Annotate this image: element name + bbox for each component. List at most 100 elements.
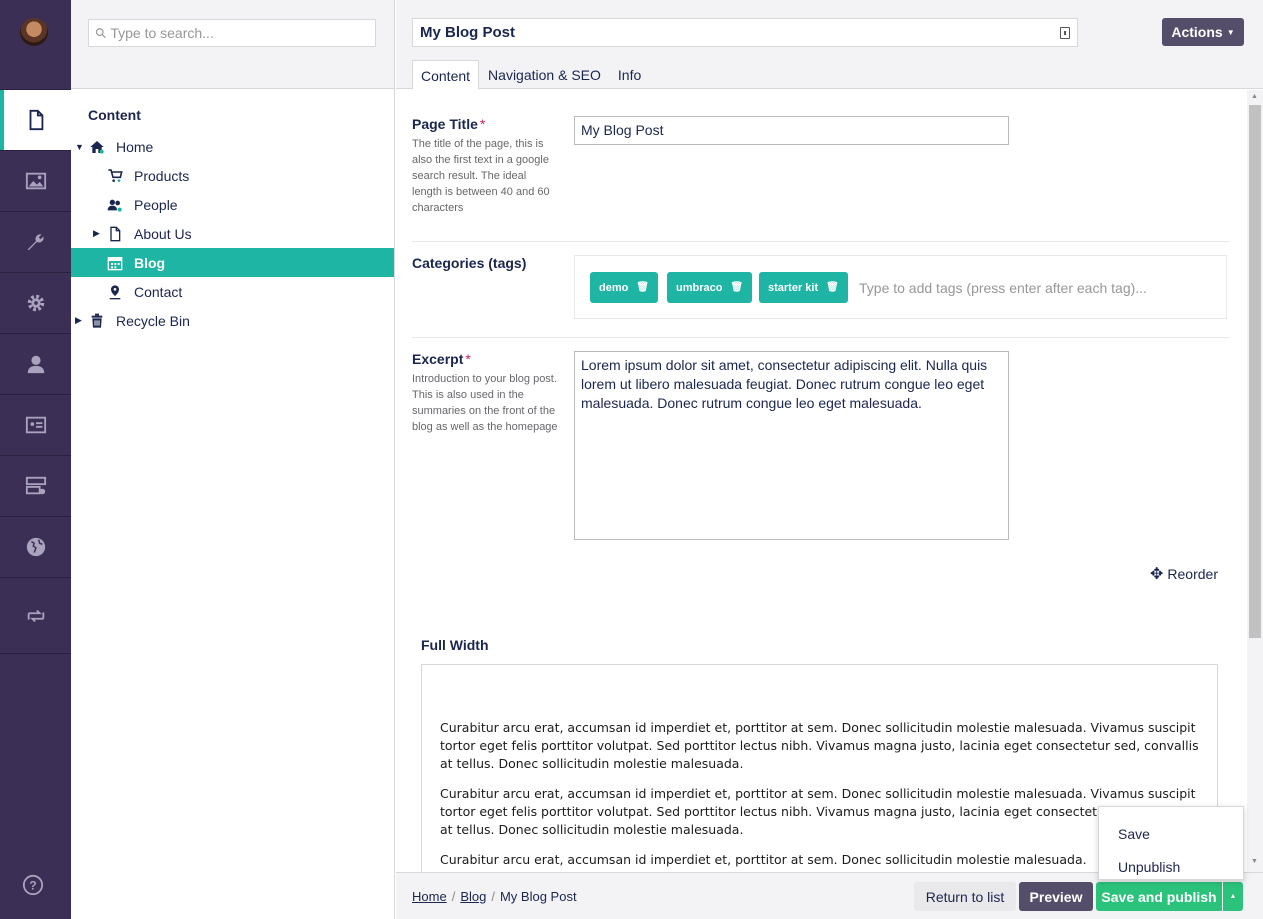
section-deploy[interactable] [0,577,71,654]
divider [412,241,1229,242]
breadcrumb-link-blog[interactable]: Blog [460,889,486,904]
tree-node-home[interactable]: ▼ Home [71,132,394,161]
property-description: The title of the page, this is also the … [412,138,550,214]
help-icon[interactable]: ? [22,874,44,901]
tag-input-placeholder[interactable]: Type to add tags (press enter after each… [859,280,1147,296]
tag-chip[interactable]: starter kit 🗑 [759,272,848,303]
property-description: Introduction to your blog post. This is … [412,373,558,433]
tree-node-label: Home [116,138,154,155]
breadcrumb: Home / Blog / My Blog Post [412,889,577,904]
menu-item-save[interactable]: Save [1099,817,1243,850]
scroll-up-icon[interactable]: ▲ [1251,93,1258,100]
home-icon [88,138,106,156]
excerpt-textarea[interactable]: Lorem ipsum dolor sit amet, consectetur … [574,351,1009,540]
section-packages[interactable] [0,272,71,333]
expand-caret-icon[interactable]: ▶ [93,228,100,239]
move-icon: ✥ [1150,566,1164,583]
node-name-input[interactable]: My Blog Post [412,18,1078,47]
rte-paragraph: Curabitur arcu erat, accumsan id imperdi… [440,786,1199,837]
calendar-icon [106,254,124,272]
search-icon [95,28,106,39]
actions-label: Actions [1171,24,1223,40]
rte-paragraph: Curabitur arcu erat, accumsan id imperdi… [440,720,1199,771]
gear-icon [27,294,44,312]
tab-info[interactable]: Info [610,60,649,90]
tree-node-label: People [134,196,178,213]
property-page-title: Page Title * The title of the page, this … [412,116,558,216]
expand-caret-icon[interactable]: ▼ [75,142,84,152]
preview-button[interactable]: Preview [1019,882,1093,911]
search-field[interactable] [88,19,376,47]
section-users[interactable] [0,333,71,394]
tab-content[interactable]: Content [412,60,480,90]
tree-node-blog[interactable]: Blog [71,248,394,277]
id-card-icon [25,416,46,434]
tree-node-people[interactable]: People [71,190,394,219]
content-tree-panel: Content ▼ Home Products People ▶ About U… [71,0,395,919]
trash-icon[interactable]: 🗑 [636,282,649,293]
form-icon [25,476,46,495]
section-media[interactable] [0,150,71,211]
user-icon [27,355,44,374]
breadcrumb-current: My Blog Post [499,889,577,904]
scrollbar[interactable]: ▲ ▼ [1247,90,1263,872]
tag-label: umbraco [676,281,723,294]
tree-heading: Content [88,107,141,123]
people-icon [106,196,124,214]
editor: My Blog Post Actions ▼ Content Navigatio… [396,0,1263,919]
document-icon [106,225,124,243]
breadcrumb-separator: / [451,889,456,904]
tree-node-contact[interactable]: Contact [71,277,394,306]
trash-icon [88,312,106,330]
tag-chip[interactable]: umbraco 🗑 [667,272,753,303]
scroll-down-icon[interactable]: ▼ [1251,858,1258,865]
menu-item-unpublish[interactable]: Unpublish [1099,850,1243,883]
breadcrumb-link-home[interactable]: Home [412,889,447,904]
search-input[interactable] [110,25,375,41]
tag-chip[interactable]: demo 🗑 [590,272,659,303]
save-and-publish-button[interactable]: Save and publish [1096,882,1222,911]
property-excerpt: Excerpt * Introduction to your blog post.… [412,351,558,435]
editor-tabs: Content Navigation & SEO Info [412,60,650,90]
actions-button[interactable]: Actions ▼ [1162,18,1244,46]
lock-icon[interactable] [1060,26,1070,39]
tags-editor[interactable]: demo 🗑 umbraco 🗑 starter kit 🗑 Type to add … [574,255,1227,319]
reorder-button[interactable]: ✥ Reorder [1150,564,1218,584]
sync-icon [27,609,44,622]
property-categories: Categories (tags) [412,255,526,271]
full-width-label: Full Width [421,637,489,653]
scrollbar-thumb[interactable] [1249,105,1261,638]
return-to-list-button[interactable]: Return to list [914,882,1016,911]
publish-options-caret-icon[interactable]: ▲ [1223,882,1243,911]
tag-label: starter kit [768,281,819,294]
label-text: Excerpt [412,351,464,367]
image-icon [25,172,46,190]
section-members[interactable] [0,394,71,455]
svg-text:?: ? [29,879,36,893]
section-settings[interactable] [0,211,71,272]
user-avatar[interactable] [20,18,48,46]
caret-down-icon: ▼ [1226,27,1235,37]
tab-navigation-seo[interactable]: Navigation & SEO [480,60,609,90]
tree-node-about-us[interactable]: ▶ About Us [71,219,394,248]
page-title-input[interactable]: My Blog Post [574,116,1009,145]
tree-node-recycle-bin[interactable]: ▶ Recycle Bin [71,306,394,335]
trash-icon[interactable]: 🗑 [826,282,839,293]
property-label: Categories (tags) [412,255,527,271]
rte-paragraph: Curabitur arcu erat, accumsan id imperdi… [440,852,1087,867]
tree-node-label: Recycle Bin [116,312,190,329]
section-forms[interactable] [0,455,71,516]
tree-node-label: Blog [134,254,166,271]
document-icon [29,109,43,131]
section-translation[interactable] [0,516,71,577]
property-label: Page Title * [412,116,558,132]
section-rail: ? [0,0,71,919]
required-mark: * [465,351,471,367]
trash-icon[interactable]: 🗑 [730,282,743,293]
publish-options-menu: Save Unpublish [1098,806,1244,880]
tree-node-products[interactable]: Products [71,161,394,190]
map-pin-icon [106,283,124,301]
tree-search-bar [71,0,394,89]
section-content[interactable] [0,89,71,150]
expand-caret-icon[interactable]: ▶ [75,315,82,326]
